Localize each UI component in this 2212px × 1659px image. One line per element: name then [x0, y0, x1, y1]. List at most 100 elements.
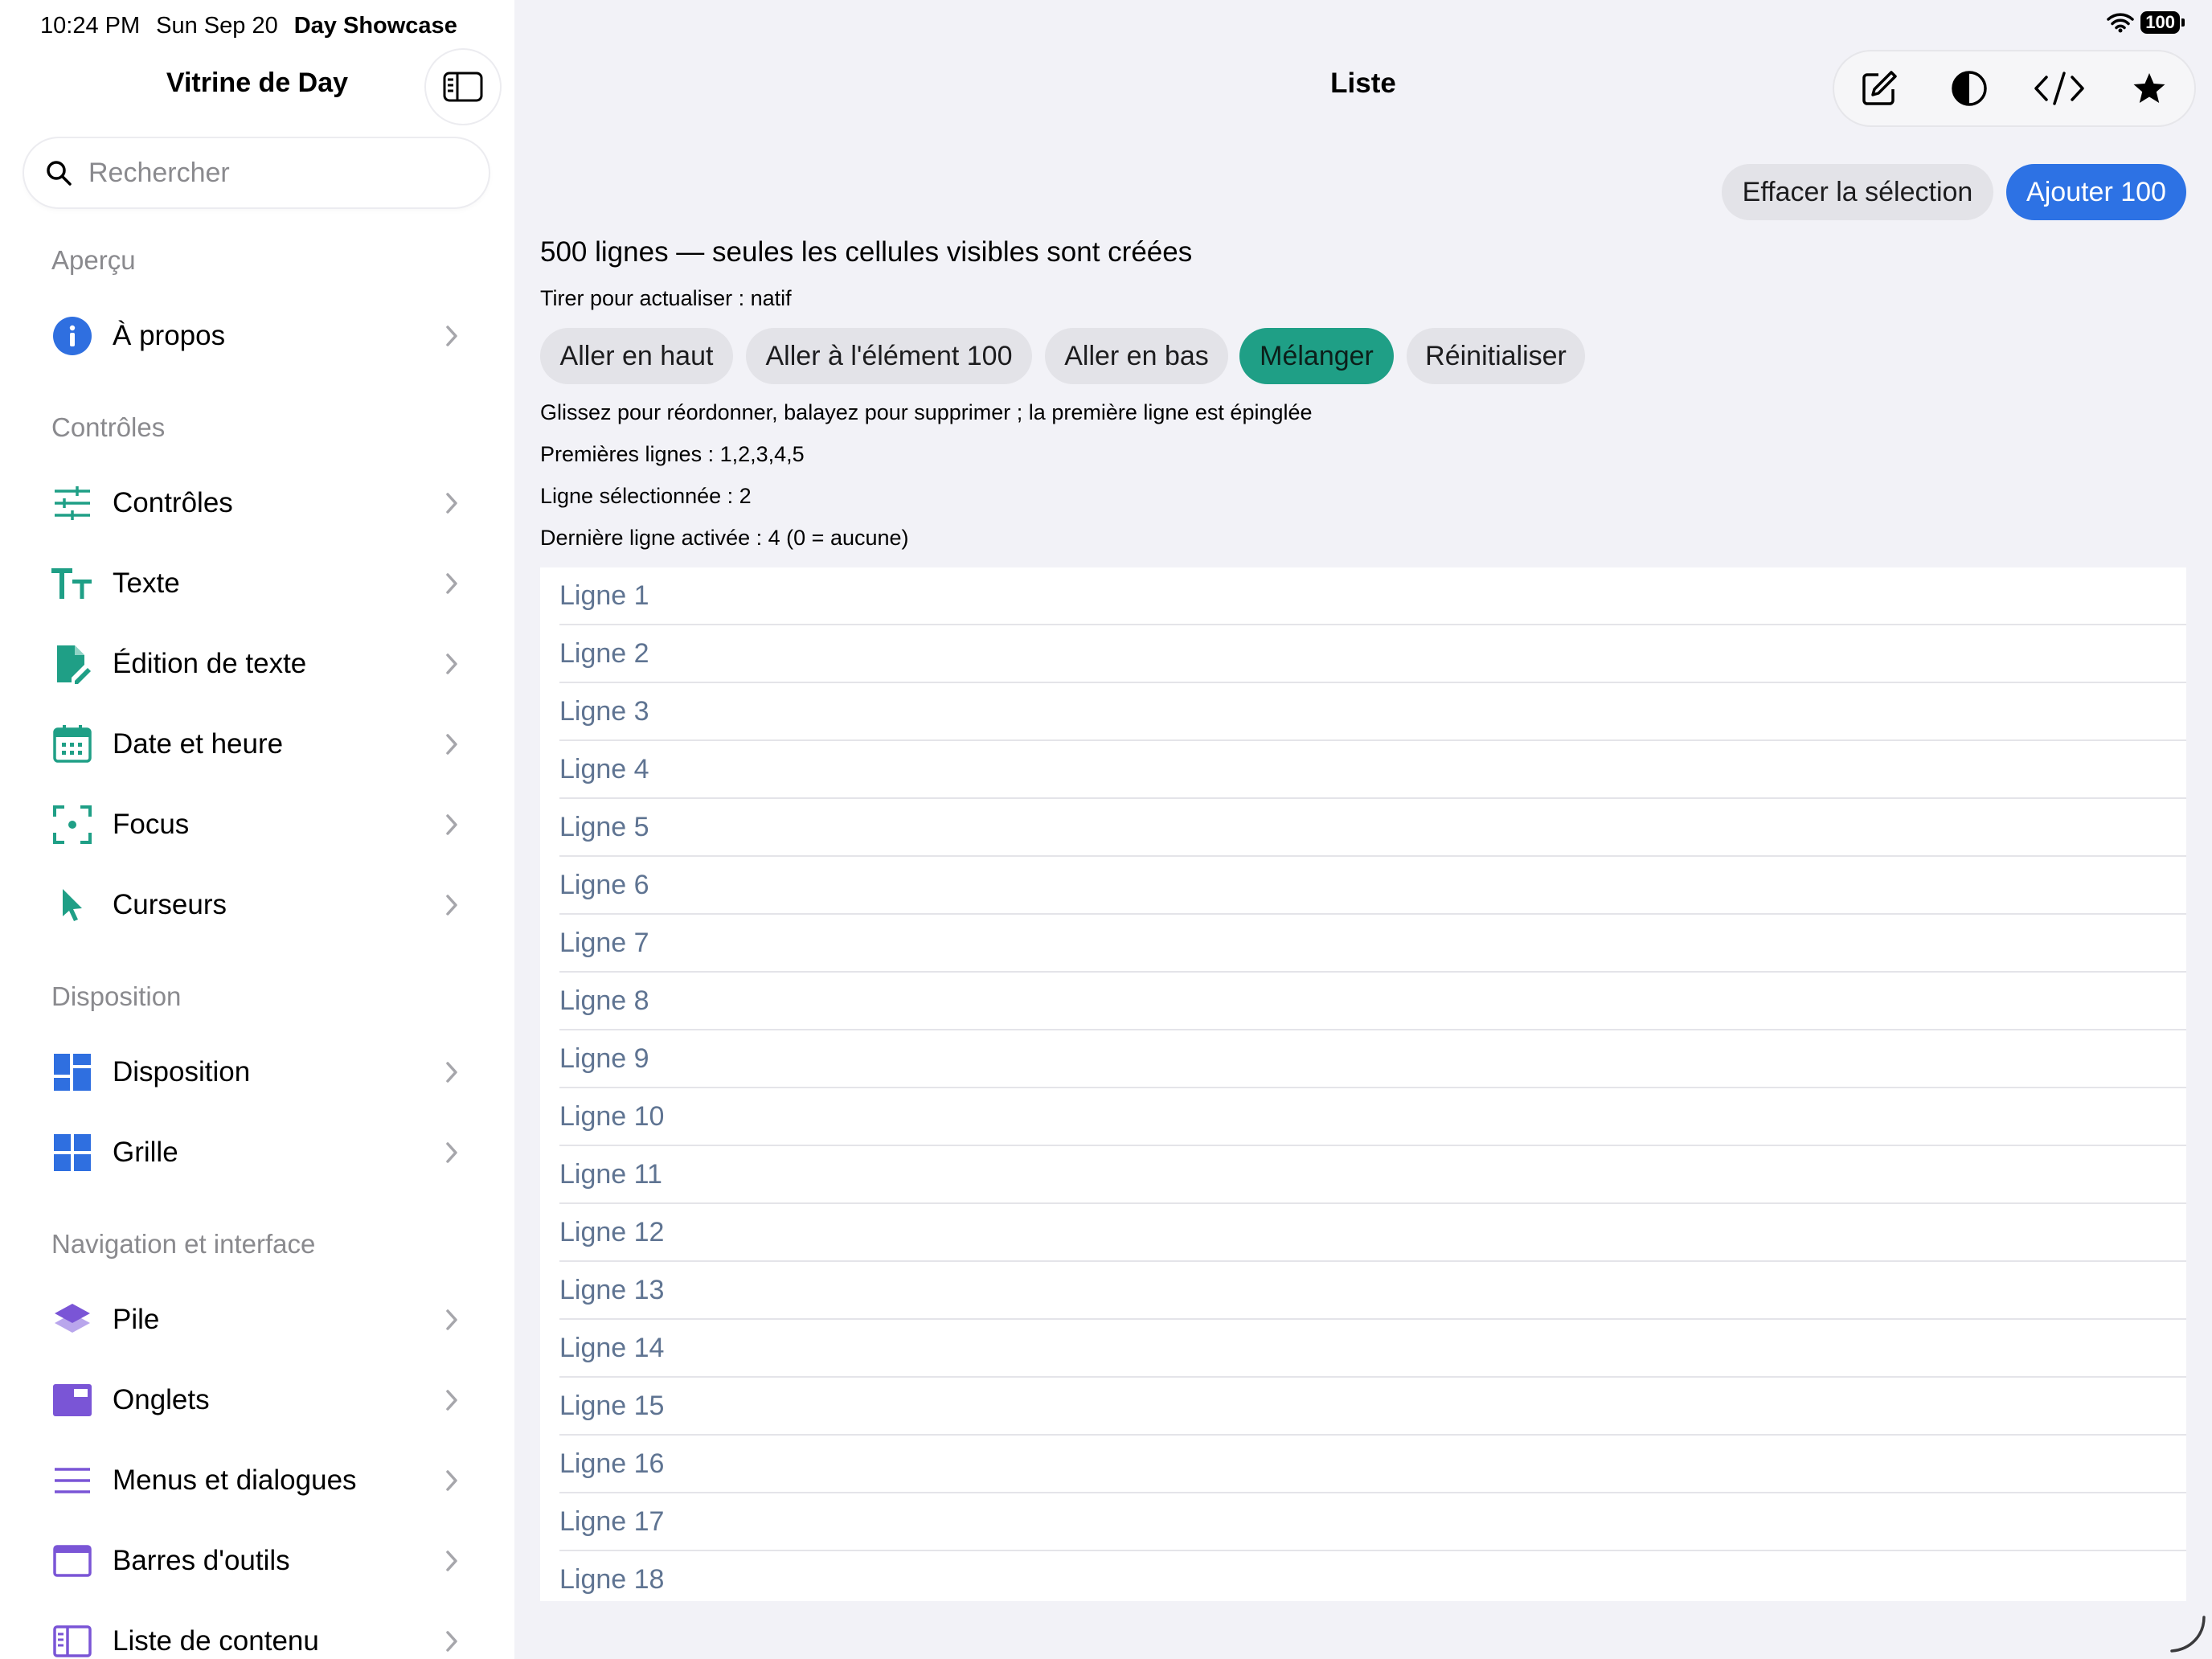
list-row[interactable]: Ligne 17	[559, 1493, 2186, 1551]
info-circle-icon	[51, 315, 93, 357]
list-row-label: Ligne 7	[559, 927, 649, 958]
code-icon	[2034, 72, 2084, 105]
list-row[interactable]: Ligne 13	[559, 1262, 2186, 1320]
list-row[interactable]: Ligne 12	[559, 1204, 2186, 1262]
chevron-right-icon	[446, 1309, 457, 1330]
contrast-icon	[1952, 71, 1987, 106]
favorite-button[interactable]	[2121, 60, 2177, 117]
search-input[interactable]	[87, 156, 476, 190]
appearance-button[interactable]	[1941, 60, 1997, 117]
compose-button[interactable]	[1851, 60, 1907, 117]
sidebar-item-disposition[interactable]: Disposition	[0, 1036, 514, 1108]
source-code-button[interactable]	[2031, 60, 2087, 117]
list-row[interactable]: Ligne 3	[559, 683, 2186, 741]
sidebar-item-menus-et-dialogues[interactable]: Menus et dialogues	[0, 1444, 514, 1517]
list-row[interactable]: Ligne 1	[559, 567, 2186, 625]
reorder-hint: Glissez pour réordonner, balayez pour su…	[540, 400, 1313, 424]
list-row[interactable]: Ligne 6	[559, 857, 2186, 915]
sidebar-item-label: Date et heure	[113, 728, 284, 760]
chevron-right-icon	[446, 895, 457, 916]
sidebar-item-barres-d-outils[interactable]: Barres d'outils	[0, 1525, 514, 1597]
sliders-icon	[51, 482, 93, 524]
sidebar-item-a-propos[interactable]: À propos	[0, 300, 514, 372]
list-row[interactable]: Ligne 7	[559, 915, 2186, 973]
scroll-top-button[interactable]: Aller en haut	[540, 328, 733, 384]
list-row-label: Ligne 9	[559, 1043, 649, 1074]
sidebar-item-grille[interactable]: Grille	[0, 1116, 514, 1189]
toolbar-window-icon	[51, 1540, 93, 1582]
doc-edit-icon	[51, 643, 93, 685]
resize-corner-icon[interactable]	[2167, 1614, 2207, 1654]
reset-button[interactable]: Réinitialiser	[1407, 328, 1585, 384]
sidebar-item-label: Disposition	[113, 1056, 251, 1088]
list-row[interactable]: Ligne 18	[559, 1551, 2186, 1601]
sidebar-item-label: Édition de texte	[113, 648, 307, 679]
list-row[interactable]: Ligne 9	[559, 1030, 2186, 1088]
scroll-to-item-100-button[interactable]: Aller à l'élément 100	[746, 328, 1032, 384]
list-row[interactable]: Ligne 16	[559, 1436, 2186, 1493]
list-row[interactable]: Ligne 14	[559, 1320, 2186, 1378]
calendar-icon	[51, 723, 93, 765]
add-100-button[interactable]: Ajouter 100	[2006, 164, 2186, 220]
clear-selection-button[interactable]: Effacer la sélection	[1722, 164, 1993, 220]
sidebar-toggle-button[interactable]	[426, 50, 500, 124]
chevron-right-icon	[446, 326, 457, 346]
first-rows-label: Premières lignes : 1,2,3,4,5	[540, 442, 805, 466]
chevron-right-icon	[446, 814, 457, 835]
shuffle-button[interactable]: Mélanger	[1239, 328, 1394, 384]
viewfinder-icon	[51, 804, 93, 846]
status-bar-left: 10:24 PM Sun Sep 20 Day Showcase	[40, 13, 457, 39]
text-size-icon	[51, 563, 93, 604]
list-row-label: Ligne 4	[559, 753, 649, 784]
wifi-icon	[2107, 13, 2135, 33]
list-row-label: Ligne 15	[559, 1390, 665, 1421]
pointer-icon	[51, 884, 93, 926]
list-row[interactable]: Ligne 2	[559, 625, 2186, 683]
list-row-label: Ligne 1	[559, 580, 649, 611]
chevron-right-icon	[446, 1550, 457, 1571]
search-icon	[47, 161, 72, 186]
list-row[interactable]: Ligne 4	[559, 741, 2186, 799]
list-row-label: Ligne 2	[559, 637, 649, 669]
list-row-label: Ligne 18	[559, 1563, 665, 1595]
sidebar-list-icon	[51, 1620, 93, 1659]
scroll-bottom-button[interactable]: Aller en bas	[1045, 328, 1228, 384]
sidebar-item-pile[interactable]: Pile	[0, 1284, 514, 1356]
list-row[interactable]: Ligne 15	[559, 1378, 2186, 1436]
status-app-name: Day Showcase	[293, 13, 457, 39]
layout-icon	[51, 1051, 93, 1093]
sidebar-item-label: À propos	[113, 320, 226, 351]
list-row-label: Ligne 10	[559, 1100, 665, 1132]
sidebar-item-controles[interactable]: Contrôles	[0, 467, 514, 539]
list-row-label: Ligne 8	[559, 985, 649, 1016]
grid-icon	[51, 1132, 93, 1174]
row-list[interactable]: Ligne 1 Ligne 2 Ligne 3 Ligne 4 Ligne 5 …	[540, 567, 2186, 1601]
sidebar-item-curseurs[interactable]: Curseurs	[0, 869, 514, 941]
sidebar-item-texte[interactable]: Texte	[0, 547, 514, 620]
star-icon	[2133, 73, 2165, 103]
chevron-right-icon	[446, 1631, 457, 1652]
list-row-label: Ligne 3	[559, 695, 649, 727]
list-heading: 500 lignes — seules les cellules visible…	[540, 236, 1193, 268]
sidebar-item-label: Focus	[113, 809, 190, 840]
last-activated-label: Dernière ligne activée : 4 (0 = aucune)	[540, 526, 909, 550]
selected-row-label: Ligne sélectionnée : 2	[540, 484, 752, 508]
list-row[interactable]: Ligne 8	[559, 973, 2186, 1030]
nav-toolbar	[1834, 51, 2194, 125]
pull-to-refresh-label: Tirer pour actualiser : natif	[540, 286, 792, 310]
sidebar-item-edition-de-texte[interactable]: Édition de texte	[0, 628, 514, 700]
sidebar-item-label: Curseurs	[113, 889, 227, 920]
sidebar-item-label: Pile	[113, 1304, 160, 1335]
sidebar-toggle-icon	[443, 72, 483, 102]
battery-icon: 100	[2140, 11, 2185, 34]
list-row[interactable]: Ligne 10	[559, 1088, 2186, 1146]
sidebar-item-focus[interactable]: Focus	[0, 789, 514, 861]
list-row[interactable]: Ligne 5	[559, 799, 2186, 857]
sidebar-item-label: Liste de contenu	[113, 1625, 319, 1657]
search-field[interactable]	[24, 138, 489, 207]
compose-icon	[1862, 71, 1897, 105]
sidebar-item-date-et-heure[interactable]: Date et heure	[0, 708, 514, 780]
sidebar-item-onglets[interactable]: Onglets	[0, 1364, 514, 1436]
list-row[interactable]: Ligne 11	[559, 1146, 2186, 1204]
sidebar-item-liste-de-contenu[interactable]: Liste de contenu	[0, 1605, 514, 1659]
